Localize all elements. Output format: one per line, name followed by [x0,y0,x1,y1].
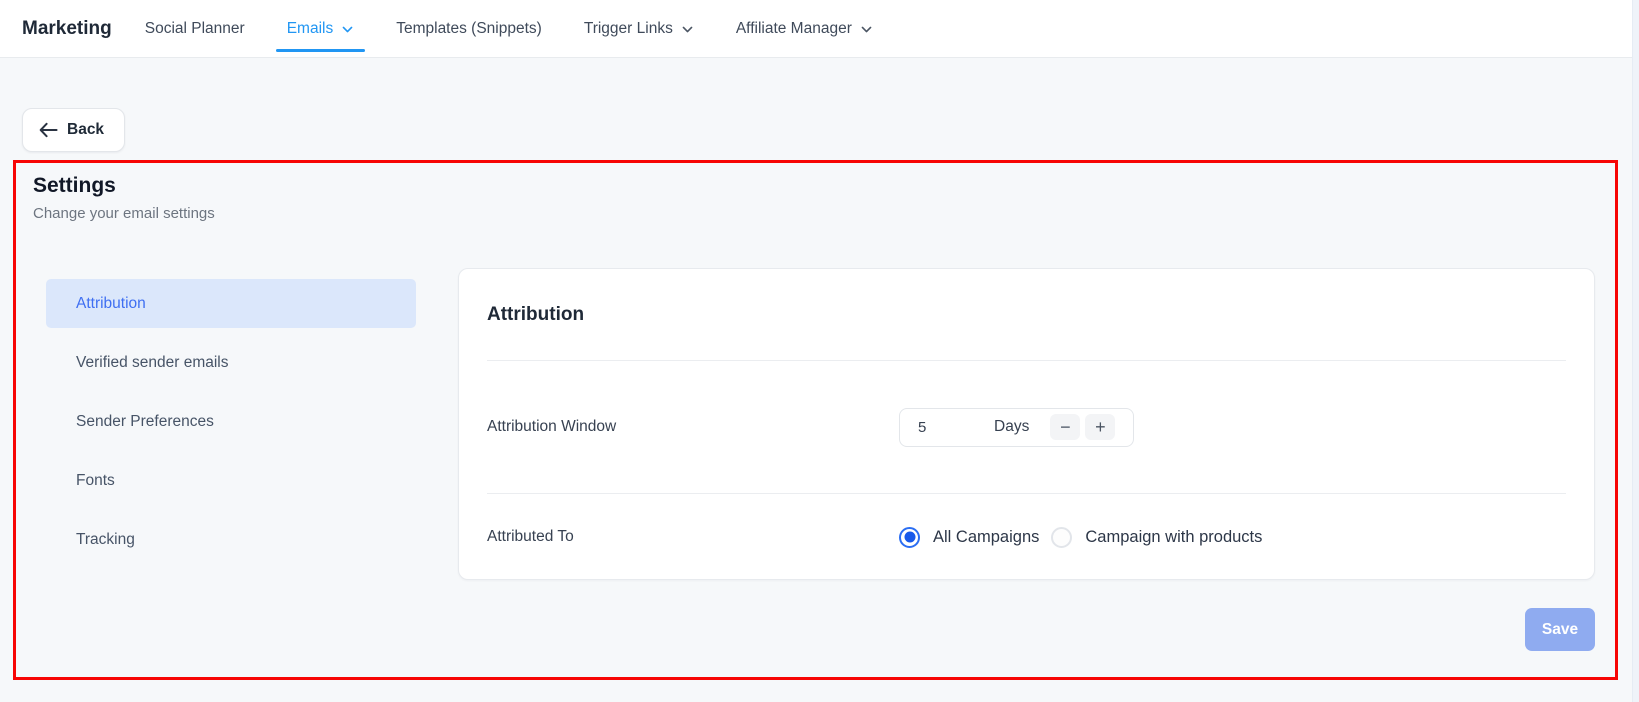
tab-label: Emails [287,20,334,38]
decrement-button[interactable]: − [1050,414,1080,440]
back-button[interactable]: Back [22,108,125,152]
page-title: Settings [33,174,1615,198]
tab-emails[interactable]: Emails [266,0,376,57]
page-subtitle: Change your email settings [33,205,1615,222]
tab-label: Affiliate Manager [736,20,852,38]
tab-affiliate-manager[interactable]: Affiliate Manager [715,0,894,57]
chevron-down-icon [681,23,694,36]
attributed-to-label: Attributed To [487,528,899,546]
settings-panel: Settings Change your email settings Attr… [13,160,1618,680]
increment-button[interactable]: + [1085,414,1115,440]
sidebar-item-tracking[interactable]: Tracking [46,515,416,564]
back-button-label: Back [67,121,104,139]
attribution-window-input[interactable] [918,419,994,436]
tab-label: Trigger Links [584,20,673,38]
tab-trigger-links[interactable]: Trigger Links [563,0,715,57]
radio-unselected-icon [1051,527,1072,548]
sidebar-item-label: Attribution [76,295,146,313]
sidebar-item-label: Sender Preferences [76,413,214,431]
attributed-to-radio-group: All Campaigns Campaign with products [899,527,1262,548]
top-nav-bar: Marketing Social Planner Emails Template… [0,0,1632,58]
save-button[interactable]: Save [1525,608,1595,651]
card-title: Attribution [487,269,1566,361]
radio-all-campaigns[interactable]: All Campaigns [899,527,1039,548]
sidebar-item-label: Verified sender emails [76,354,229,372]
chevron-down-icon [860,23,873,36]
attributed-to-row: Attributed To All Campaigns Campaign wit… [487,494,1566,580]
nav-tabs: Social Planner Emails Templates (Snippet… [124,0,894,57]
attribution-window-stepper: Days − + [899,408,1134,447]
sidebar-item-label: Fonts [76,472,115,490]
radio-selected-icon [899,527,920,548]
radio-campaign-with-products[interactable]: Campaign with products [1051,527,1262,548]
sidebar-item-fonts[interactable]: Fonts [46,456,416,505]
scrollbar[interactable] [1632,0,1639,702]
arrow-left-icon [39,122,58,138]
sidebar-item-verified-sender-emails[interactable]: Verified sender emails [46,338,416,387]
sidebar-item-label: Tracking [76,531,135,549]
tab-label: Templates (Snippets) [396,20,542,38]
attribution-window-row: Attribution Window Days − + [487,361,1566,494]
radio-option-label: Campaign with products [1085,528,1262,547]
settings-sidebar: Attribution Verified sender emails Sende… [46,279,416,564]
radio-option-label: All Campaigns [933,528,1039,547]
chevron-down-icon [341,23,354,36]
attribution-window-label: Attribution Window [487,418,899,436]
tab-label: Social Planner [145,20,245,38]
tab-templates-snippets[interactable]: Templates (Snippets) [375,0,563,57]
app-title: Marketing [22,18,112,40]
attribution-window-unit: Days [994,418,1029,436]
attribution-card: Attribution Attribution Window Days − + … [458,268,1595,580]
tab-social-planner[interactable]: Social Planner [124,0,266,57]
sidebar-item-attribution[interactable]: Attribution [46,279,416,328]
sidebar-item-sender-preferences[interactable]: Sender Preferences [46,397,416,446]
